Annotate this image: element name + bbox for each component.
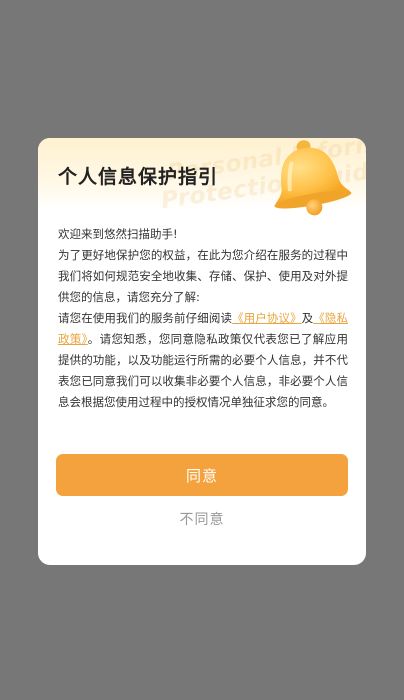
dialog-title: 个人信息保护指引 xyxy=(58,166,219,188)
scroll-fade xyxy=(38,420,366,438)
agreement-paragraph: 请您在使用我们的服务前仔细阅读《用户协议》及《隐私政策》。请您知悉，您同意隐私政… xyxy=(58,308,348,413)
agree-button[interactable]: 同意 xyxy=(56,454,348,496)
greeting-text: 欢迎来到悠然扫描助手! xyxy=(58,227,178,241)
bell-icon xyxy=(274,140,352,216)
user-agreement-link[interactable]: 《用户协议》 xyxy=(232,311,302,325)
screen-overlay: Personal Informatio Protection Guideline… xyxy=(0,0,404,700)
disagree-button[interactable]: 不同意 xyxy=(56,506,348,532)
read-prefix-text: 请您在使用我们的服务前仔细阅读 xyxy=(58,311,233,325)
and-text: 及 xyxy=(301,311,314,325)
read-suffix-text: 。请您知悉，您同意隐私政策仅代表您已了解应用提供的功能，以及功能运行所需的必要个… xyxy=(58,332,348,409)
dialog-body: 欢迎来到悠然扫描助手! 为了更好地保护您的权益，在此为您介绍在服务的过程中我们将… xyxy=(58,224,348,436)
intro-text: 为了更好地保护您的权益，在此为您介绍在服务的过程中我们将如何规范安全地收集、存储… xyxy=(58,248,348,304)
privacy-dialog: Personal Informatio Protection Guideline… xyxy=(38,138,366,565)
